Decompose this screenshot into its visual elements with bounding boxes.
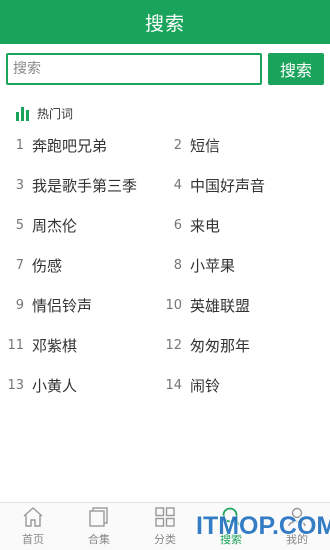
- hot-word-item[interactable]: 12 匆匆那年: [158, 325, 250, 365]
- hot-word-rank: 2: [173, 137, 182, 153]
- hot-word-rank: 8: [173, 257, 182, 273]
- hot-word-text: 伤感: [32, 256, 63, 275]
- hot-word-item[interactable]: 9 情侣铃声: [0, 285, 92, 325]
- hot-word-rank: 4: [173, 177, 182, 193]
- home-icon: [23, 507, 43, 527]
- hot-word-text: 闹铃: [190, 376, 221, 395]
- hot-word-rank: 10: [165, 297, 182, 313]
- hot-word-item[interactable]: 14 闹铃: [158, 365, 220, 405]
- watermark-logo: ITMOP.COM: [196, 512, 330, 540]
- hot-word-text: 邓紫棋: [32, 336, 78, 355]
- hot-word-rank: 12: [165, 337, 182, 353]
- hot-word-rank: 5: [15, 217, 24, 233]
- hot-word-item[interactable]: 3 我是歌手第三季: [0, 165, 137, 205]
- search-button[interactable]: 搜索: [268, 53, 324, 85]
- nav-item-category[interactable]: 分类: [132, 503, 198, 550]
- hot-word-rank: 13: [7, 377, 24, 393]
- hot-word-item[interactable]: 8 小苹果: [158, 245, 235, 285]
- search-input[interactable]: [6, 53, 262, 85]
- hot-word-text: 小黄人: [32, 376, 78, 395]
- nav-item-collection[interactable]: 合集: [66, 503, 132, 550]
- hot-words-header: 热门词: [16, 103, 73, 121]
- hot-word-text: 情侣铃声: [32, 296, 93, 315]
- app-screen: 搜索 搜索 热门词 1 奔跑吧兄弟 2 短信 3 我是歌手第三季 4 中国好声音…: [0, 0, 330, 550]
- hot-word-text: 我是歌手第三季: [32, 176, 138, 195]
- hot-word-item[interactable]: 1 奔跑吧兄弟: [0, 125, 107, 165]
- header-bar: 搜索: [0, 0, 330, 44]
- hot-word-text: 匆匆那年: [190, 336, 251, 355]
- hot-word-text: 周杰伦: [32, 216, 78, 235]
- hot-word-item[interactable]: 5 周杰伦: [0, 205, 77, 245]
- hot-word-item[interactable]: 11 邓紫棋: [0, 325, 77, 365]
- nav-item-home[interactable]: 首页: [0, 503, 66, 550]
- hot-word-item[interactable]: 13 小黄人: [0, 365, 77, 405]
- hot-word-rank: 6: [173, 217, 182, 233]
- page-title: 搜索: [144, 12, 185, 35]
- hot-word-item[interactable]: 7 伤感: [0, 245, 62, 285]
- nav-label: 分类: [154, 533, 176, 546]
- nav-label: 首页: [22, 533, 44, 546]
- hot-words-title: 热门词: [37, 107, 74, 121]
- hot-word-item[interactable]: 6 来电: [158, 205, 220, 245]
- hot-word-rank: 11: [7, 337, 24, 353]
- hot-word-rank: 7: [15, 257, 24, 273]
- bar-chart-icon: [16, 107, 31, 121]
- hot-word-text: 来电: [190, 216, 221, 235]
- nav-label: 合集: [88, 533, 110, 546]
- search-row: 搜索: [6, 52, 324, 86]
- category-icon: [155, 507, 175, 527]
- collection-icon: [89, 507, 108, 527]
- hot-word-text: 奔跑吧兄弟: [32, 136, 108, 155]
- hot-word-rank: 1: [15, 137, 24, 153]
- hot-word-item[interactable]: 10 英雄联盟: [158, 285, 250, 325]
- hot-word-text: 中国好声音: [190, 176, 266, 195]
- hot-word-text: 短信: [190, 136, 221, 155]
- hot-word-item[interactable]: 4 中国好声音: [158, 165, 265, 205]
- hot-word-rank: 14: [165, 377, 182, 393]
- hot-word-rank: 3: [15, 177, 24, 193]
- hot-word-rank: 9: [15, 297, 24, 313]
- hot-word-text: 英雄联盟: [190, 296, 251, 315]
- hot-word-item[interactable]: 2 短信: [158, 125, 220, 165]
- hot-word-text: 小苹果: [190, 256, 236, 275]
